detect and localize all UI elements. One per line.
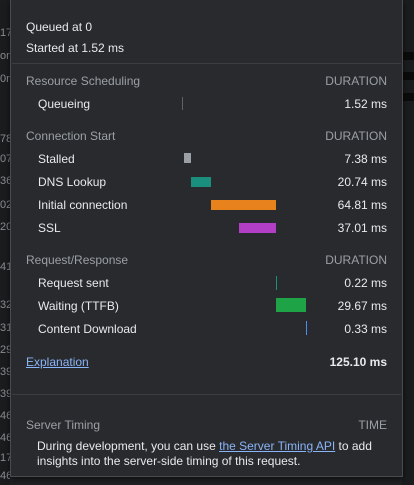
background-text: 07: [0, 153, 10, 165]
waiting-ttfb-label: Waiting (TTFB): [38, 299, 119, 313]
content-download-value: 0.33 ms: [344, 322, 387, 336]
request-response-title: Request/Response: [26, 253, 129, 267]
explanation-link[interactable]: Explanation: [26, 354, 89, 370]
duration-header: DURATION: [325, 129, 387, 143]
divider: [12, 394, 401, 395]
stalled-label: Stalled: [38, 152, 75, 166]
background-text: 17: [0, 27, 10, 39]
background-text: 20: [0, 221, 10, 233]
queued-at-text: Queued at 0: [26, 20, 93, 34]
background-text: 31: [0, 322, 10, 334]
request-sent-value: 0.22 ms: [344, 276, 387, 290]
stalled-bar: [184, 153, 191, 163]
content-download-label: Content Download: [38, 322, 137, 336]
background-text: on: [0, 50, 10, 62]
waiting-ttfb-value: 29.67 ms: [337, 299, 387, 313]
content-download-bar: [306, 321, 307, 335]
initial-connection-label: Initial connection: [38, 198, 128, 212]
background-text: 78: [0, 133, 10, 145]
initial-connection-bar: [211, 200, 276, 210]
queueing-value: 1.52 ms: [344, 97, 387, 111]
server-timing-api-link[interactable]: the Server Timing API: [219, 439, 335, 453]
background-text: 29: [0, 344, 10, 356]
background-text: 36: [0, 175, 10, 187]
background-bar: [402, 72, 414, 80]
background-text: 39: [0, 366, 10, 378]
connection-start-title: Connection Start: [26, 129, 116, 143]
background-text: 17: [0, 452, 10, 464]
server-timing-description: During development, you can use the Serv…: [37, 439, 389, 469]
background-text: 39: [0, 388, 10, 400]
background-text: 02: [0, 199, 10, 211]
request-sent-bar: [276, 276, 277, 290]
background-waterfall-right: [402, 0, 414, 485]
started-at-text: Started at 1.52 ms: [26, 41, 125, 55]
time-header: TIME: [358, 418, 387, 432]
stalled-value: 7.38 ms: [344, 152, 387, 166]
background-text: 32: [0, 299, 10, 311]
ssl-label: SSL: [38, 221, 61, 235]
resource-scheduling-title: Resource Scheduling: [26, 74, 141, 88]
ssl-bar: [239, 223, 276, 233]
divider: [12, 63, 401, 64]
background-bar: [402, 93, 414, 101]
background-waterfall-column: 17 on 0n 78 07 36 02 20 41 32 31 29 39 3…: [0, 0, 10, 485]
dns-lookup-label: DNS Lookup: [38, 175, 107, 189]
queueing-label: Queueing: [38, 97, 91, 111]
server-timing-title: Server Timing: [26, 418, 101, 432]
initial-connection-value: 64.81 ms: [337, 198, 387, 212]
background-text: 46: [0, 410, 10, 422]
duration-header: DURATION: [325, 253, 387, 267]
duration-header: DURATION: [325, 74, 387, 88]
ssl-value: 37.01 ms: [337, 221, 387, 235]
total-duration: 125.10 ms: [329, 355, 387, 369]
background-text: 41: [0, 261, 10, 273]
waiting-ttfb-bar: [276, 298, 306, 312]
timing-popover: Queued at 0 Started at 1.52 ms Resource …: [10, 0, 403, 477]
server-timing-text: During development, you can use: [37, 439, 220, 453]
dns-lookup-value: 20.74 ms: [337, 175, 387, 189]
background-text: 0n: [0, 73, 10, 85]
dns-lookup-bar: [191, 177, 211, 187]
request-sent-label: Request sent: [38, 276, 109, 290]
background-bar: [402, 52, 414, 60]
background-text: 46: [0, 470, 10, 482]
background-text: 46: [0, 432, 10, 444]
queueing-bar: [182, 97, 183, 110]
